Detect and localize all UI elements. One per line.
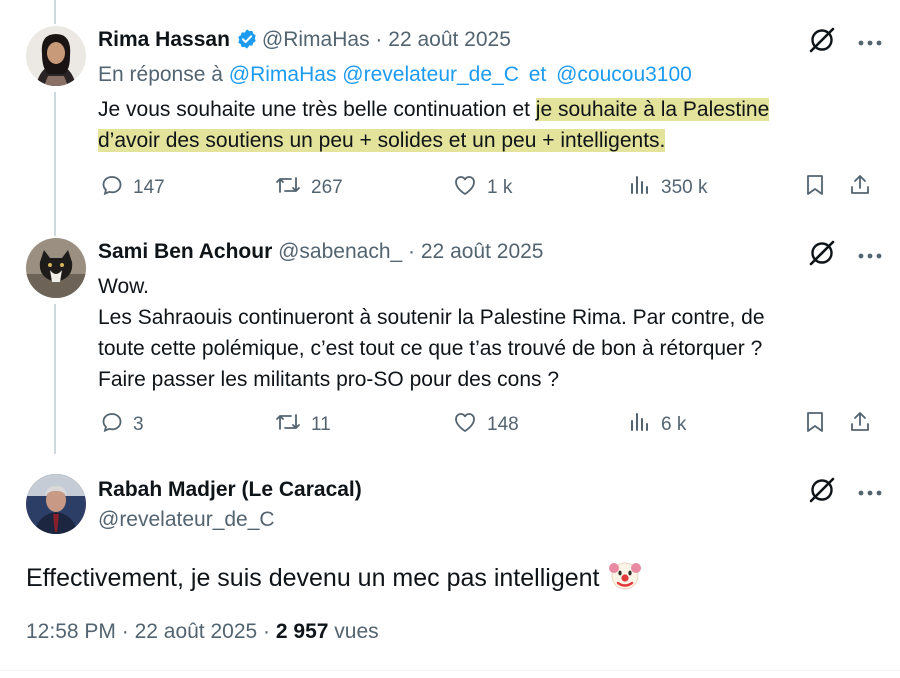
like-icon bbox=[452, 410, 478, 440]
tweet-text-line: Les Sahraouis continueront à soutenir la… bbox=[98, 306, 765, 329]
repost-icon bbox=[274, 410, 302, 440]
bookmark-icon bbox=[804, 410, 826, 440]
like-count: 148 bbox=[487, 414, 519, 435]
separator: · bbox=[121, 620, 129, 643]
reply-count: 147 bbox=[133, 177, 165, 198]
tweet-timestamp: 12:58 PM · 22 août 2025 · 2 957 vues bbox=[26, 620, 379, 644]
views-button[interactable]: 350 k bbox=[628, 173, 707, 203]
tweet-date[interactable]: 22 août 2025 bbox=[388, 28, 511, 51]
tweet-time[interactable]: 12:58 PM bbox=[26, 620, 116, 643]
bookmark-button[interactable] bbox=[804, 173, 826, 203]
mention-link[interactable]: @revelateur_de_C bbox=[342, 63, 519, 86]
like-icon bbox=[452, 173, 478, 203]
avatar[interactable] bbox=[26, 474, 86, 534]
avatar[interactable] bbox=[26, 26, 86, 86]
reply-icon bbox=[100, 410, 124, 440]
author-name[interactable]: Sami Ben Achour bbox=[98, 240, 272, 263]
tweet-text-line: d’avoir des soutiens un peu + solides et… bbox=[98, 125, 858, 156]
repost-count: 267 bbox=[311, 177, 343, 198]
tweet-corner-icons bbox=[808, 476, 882, 509]
thread-line bbox=[54, 0, 56, 24]
clown-emoji bbox=[608, 558, 642, 599]
author-handle[interactable]: @RimaHas bbox=[262, 28, 370, 51]
tweet-date[interactable]: 22 août 2025 bbox=[135, 620, 258, 643]
views-count: 2 957 bbox=[275, 620, 329, 643]
plain-text: Je vous souhaite une très belle continua… bbox=[98, 98, 536, 121]
grok-icon[interactable] bbox=[808, 239, 836, 272]
author-handle[interactable]: @revelateur_de_C bbox=[98, 508, 275, 532]
like-count: 1 k bbox=[487, 177, 513, 198]
share-button[interactable] bbox=[848, 410, 872, 440]
reply-context: En réponse à @RimaHas @revelateur_de_C e… bbox=[98, 63, 692, 87]
reply-button[interactable]: 147 bbox=[100, 173, 165, 203]
reply-button[interactable]: 3 bbox=[100, 410, 144, 440]
tweet-corner-icons bbox=[808, 26, 882, 59]
tweet-actions: 147 267 1 k 350 k bbox=[98, 173, 876, 203]
grok-icon[interactable] bbox=[808, 476, 836, 509]
more-icon[interactable] bbox=[858, 484, 882, 502]
avatar[interactable] bbox=[26, 238, 86, 298]
repost-icon bbox=[274, 173, 302, 203]
more-icon[interactable] bbox=[858, 247, 882, 265]
views-button[interactable]: 6 k bbox=[628, 410, 686, 440]
mention-link[interactable]: @coucou3100 bbox=[556, 63, 692, 86]
reply-count: 3 bbox=[133, 414, 144, 435]
views-icon bbox=[628, 173, 652, 203]
highlighted-text: je souhaite à la Palestine bbox=[535, 98, 770, 121]
divider bbox=[0, 670, 900, 671]
author-name[interactable]: Rabah Madjer (Le Caracal) bbox=[98, 478, 362, 502]
views-label: vues bbox=[334, 620, 379, 643]
tweet-text: Je vous souhaite une très belle continua… bbox=[98, 94, 858, 156]
like-button[interactable]: 1 k bbox=[452, 173, 512, 203]
mention-link: et bbox=[528, 63, 547, 86]
separator: · bbox=[263, 620, 271, 643]
tweet-header: Sami Ben Achour @sabenach_ · 22 août 202… bbox=[98, 240, 544, 264]
author-name[interactable]: Rima Hassan bbox=[98, 28, 230, 51]
tweet-date[interactable]: 22 août 2025 bbox=[421, 240, 544, 263]
views-icon bbox=[628, 410, 652, 440]
tweet-text-line: Wow. bbox=[98, 275, 149, 298]
bookmark-icon bbox=[804, 173, 826, 203]
views-count: 6 k bbox=[661, 414, 687, 435]
tweet-text: Effectivement, je suis devenu un mec pas… bbox=[26, 558, 642, 599]
tweet-actions: 3 11 148 6 k bbox=[98, 410, 876, 440]
thread-line bbox=[54, 92, 56, 236]
repost-button[interactable]: 11 bbox=[274, 410, 331, 440]
tweet-text-content: Effectivement, je suis devenu un mec pas… bbox=[26, 564, 600, 592]
tweet-text: Wow. Les Sahraouis continueront à souten… bbox=[98, 271, 858, 395]
reply-prefix: En réponse à bbox=[98, 63, 223, 86]
separator: · bbox=[375, 28, 383, 51]
bookmark-button[interactable] bbox=[804, 410, 826, 440]
tweet-text-line: Je vous souhaite une très belle continua… bbox=[98, 94, 858, 125]
highlighted-text: d’avoir des soutiens un peu + solides et… bbox=[98, 129, 666, 152]
tweet-text-line: Faire passer les militants pro-SO pour d… bbox=[98, 368, 560, 391]
share-button[interactable] bbox=[848, 173, 872, 203]
like-button[interactable]: 148 bbox=[452, 410, 519, 440]
author-handle[interactable]: @sabenach_ bbox=[278, 240, 402, 263]
repost-button[interactable]: 267 bbox=[274, 173, 343, 203]
reply-icon bbox=[100, 173, 124, 203]
tweet-text-line: toute cette polémique, c’est tout ce que… bbox=[98, 337, 763, 360]
verified-badge-icon bbox=[236, 28, 258, 56]
more-icon[interactable] bbox=[858, 34, 882, 52]
views-count: 350 k bbox=[661, 177, 708, 198]
tweet-corner-icons bbox=[808, 239, 882, 272]
separator: · bbox=[408, 240, 416, 263]
share-icon bbox=[848, 173, 872, 203]
repost-count: 11 bbox=[311, 414, 331, 435]
mention-link[interactable]: @RimaHas bbox=[229, 63, 337, 86]
grok-icon[interactable] bbox=[808, 26, 836, 59]
thread-line bbox=[54, 304, 56, 454]
share-icon bbox=[848, 410, 872, 440]
tweet-header: Rima Hassan @RimaHas · 22 août 2025 bbox=[98, 28, 511, 56]
